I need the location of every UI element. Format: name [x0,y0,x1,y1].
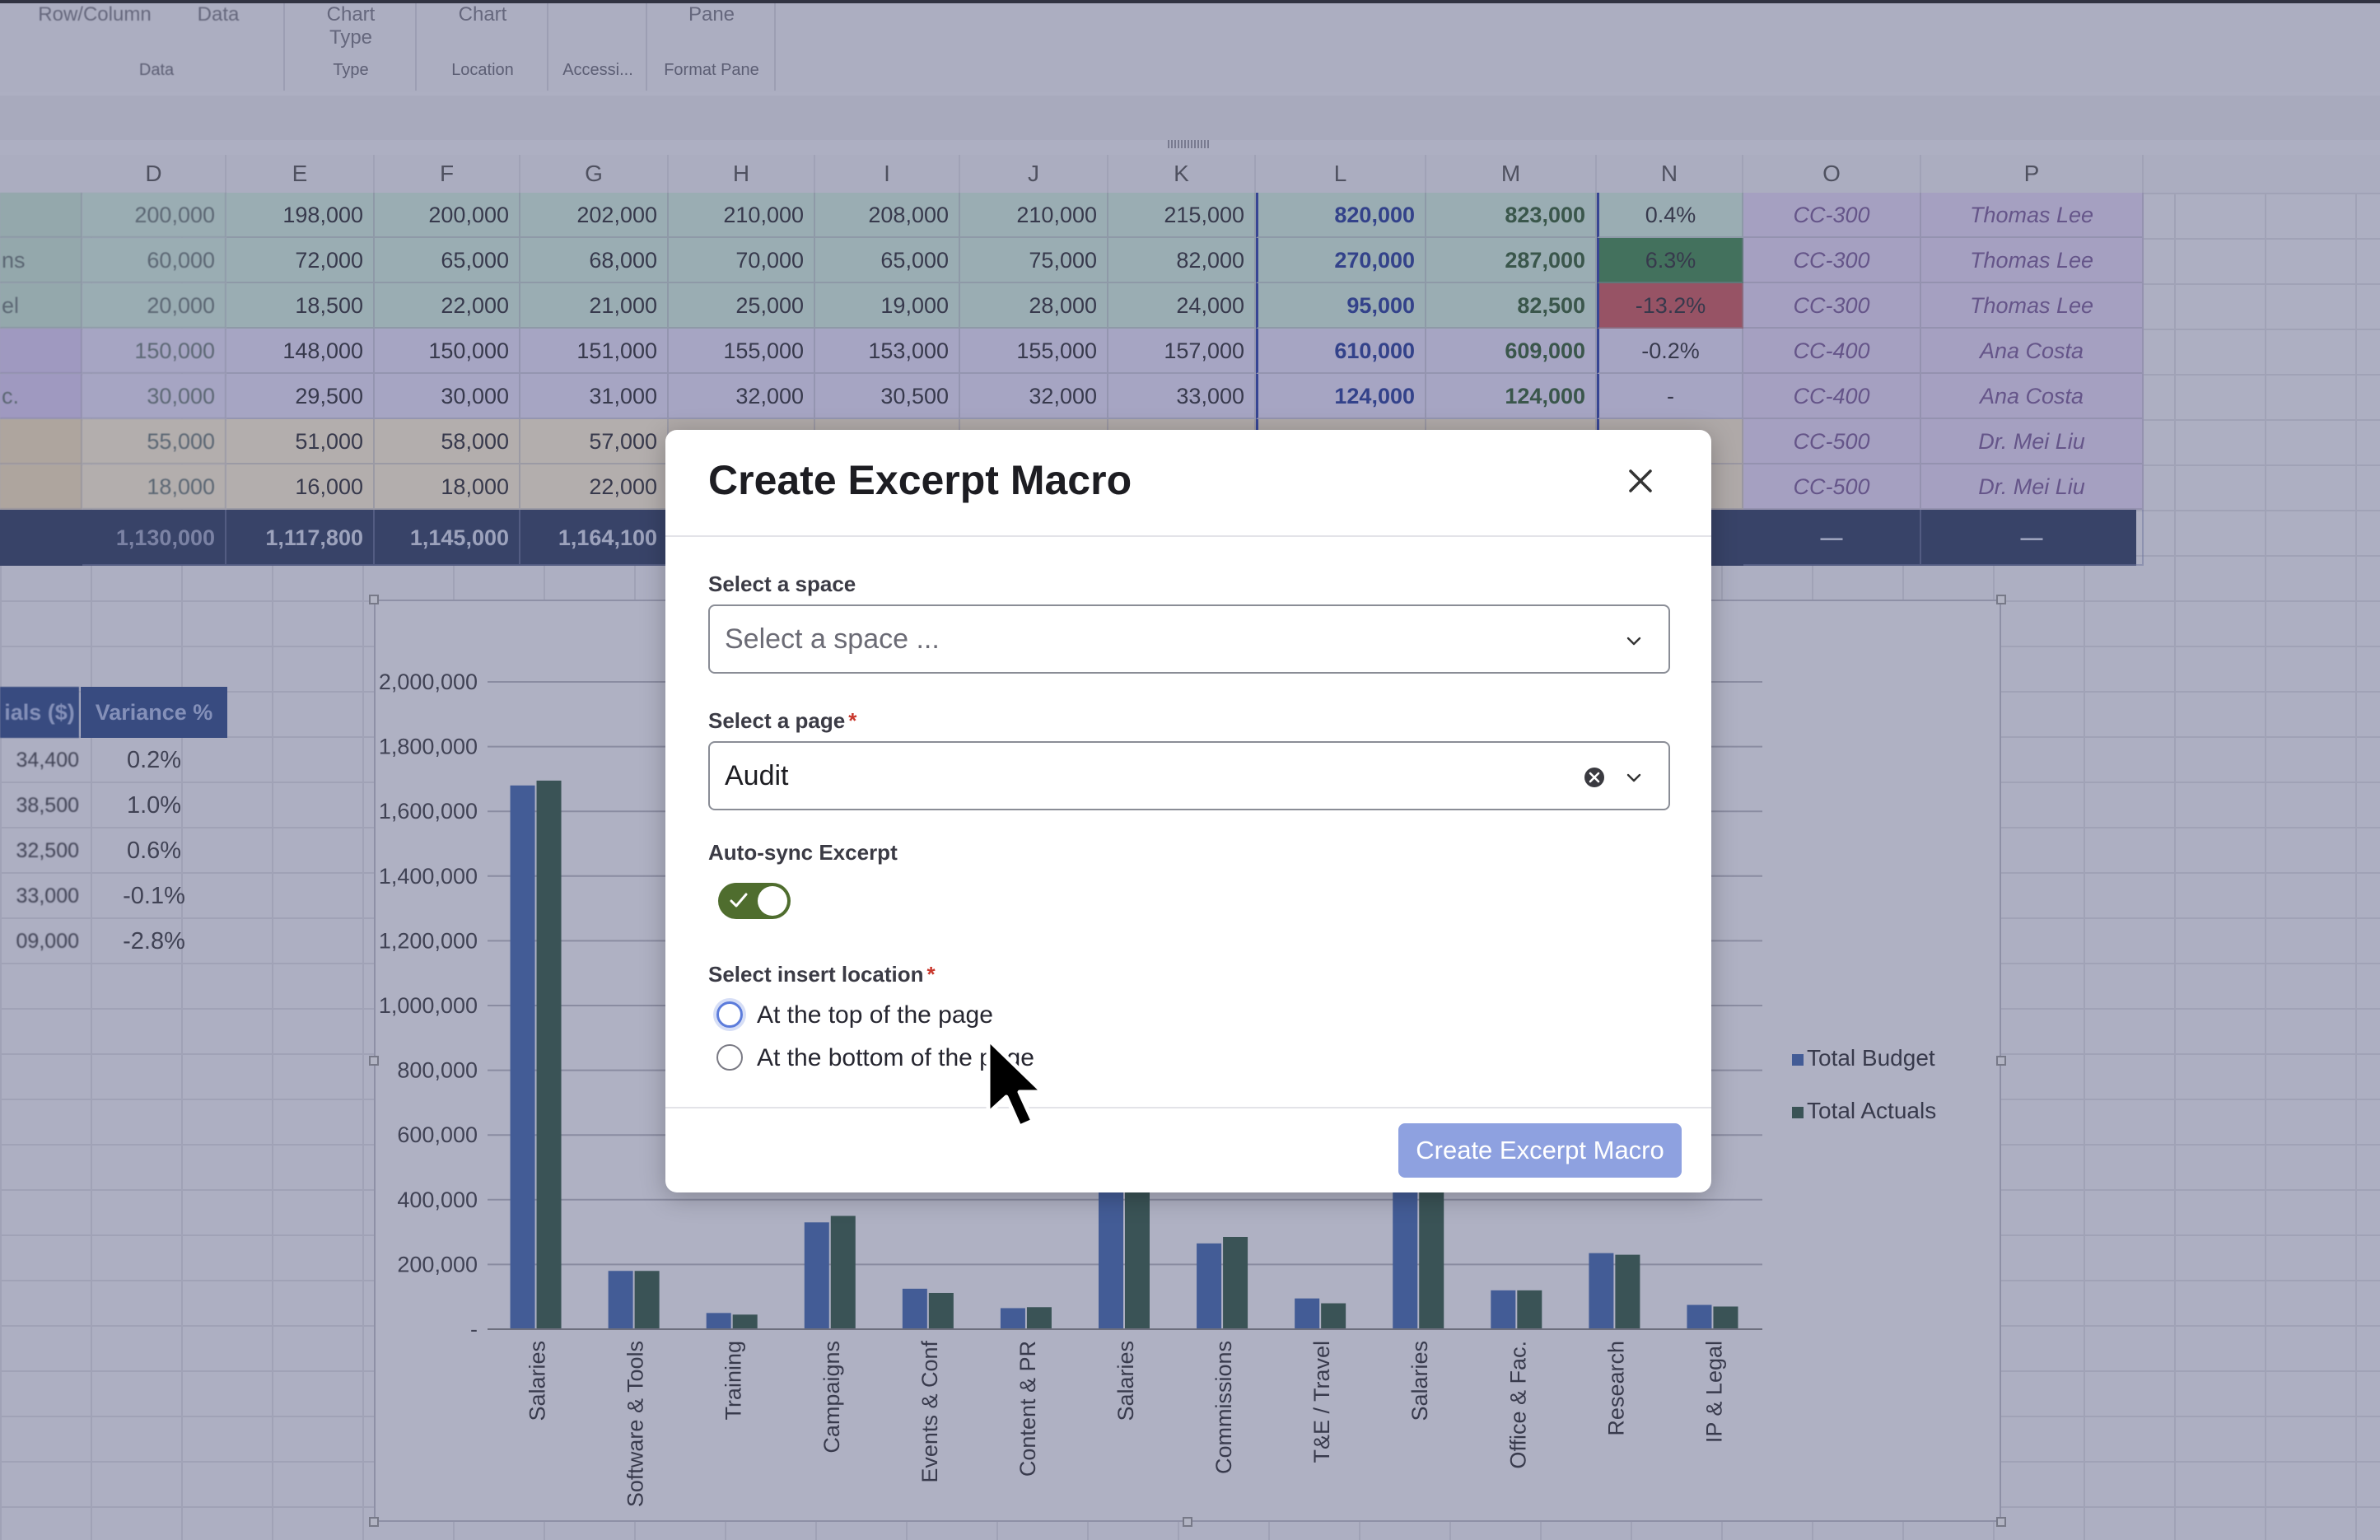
page-select[interactable]: Audit [708,741,1670,810]
create-excerpt-dialog: Create Excerpt Macro Select a space Sele… [665,430,1711,1192]
radio-top-label[interactable]: At the top of the page [757,1001,993,1029]
create-excerpt-macro-button[interactable]: Create Excerpt Macro [1398,1123,1682,1178]
autosync-label: Auto-sync Excerpt [708,840,898,865]
close-icon[interactable] [1622,463,1659,499]
dialog-title: Create Excerpt Macro [708,457,1132,503]
space-placeholder: Select a space ... [725,623,940,655]
divider [665,1107,1711,1108]
check-icon [730,893,748,908]
clear-icon[interactable] [1583,766,1606,789]
required-mark: * [848,708,857,733]
location-label: Select insert location * [708,962,936,987]
toggle-knob [758,886,787,916]
required-mark: * [926,962,936,987]
space-label: Select a space [708,572,856,596]
chevron-down-icon [1626,637,1641,646]
chevron-down-icon [1626,773,1641,782]
page-value: Audit [725,760,789,791]
radio-top[interactable] [716,1001,743,1028]
page-label-text: Select a page [708,708,846,733]
mouse-cursor-icon [986,1037,1045,1129]
space-select[interactable]: Select a space ... [708,604,1670,674]
autosync-toggle[interactable] [718,883,791,919]
page-label: Select a page * [708,708,856,734]
location-label-text: Select insert location [708,962,924,987]
radio-bottom[interactable] [716,1044,743,1071]
divider [665,535,1711,537]
